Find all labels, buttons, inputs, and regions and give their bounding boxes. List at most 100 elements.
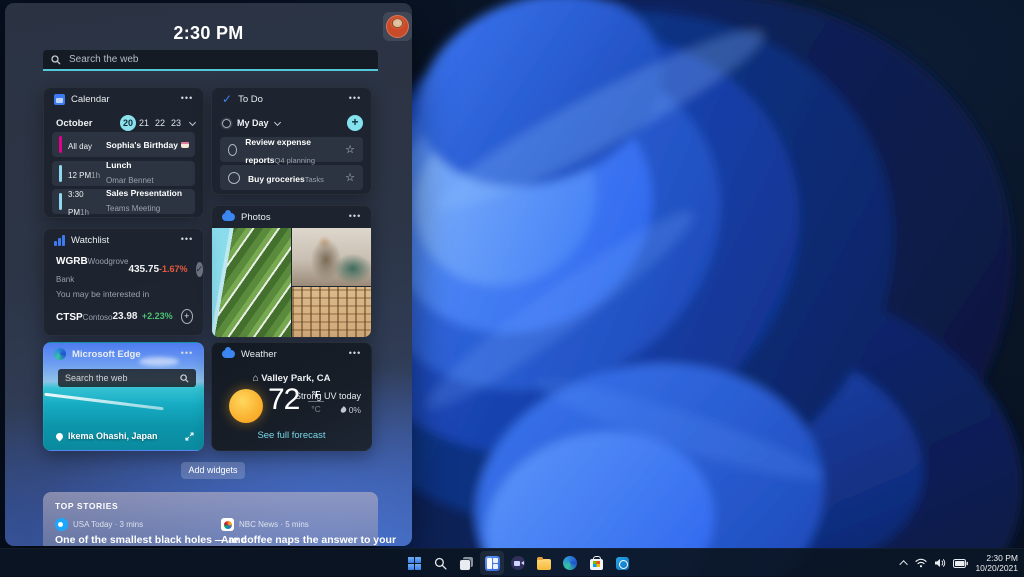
event-color-bar: [59, 193, 62, 210]
add-task-button[interactable]: +: [347, 115, 363, 131]
precipitation-icon: [339, 406, 348, 414]
precipitation-value: 0%: [348, 405, 361, 415]
speaker-icon[interactable]: [934, 558, 946, 568]
more-options-button[interactable]: [345, 91, 365, 107]
location-pin-icon: [54, 431, 65, 441]
edge-search-box[interactable]: Search the web: [58, 369, 196, 387]
microsoft-store-button[interactable]: [584, 551, 608, 575]
profile-button[interactable]: [383, 12, 412, 41]
more-options-button[interactable]: [177, 346, 197, 362]
widget-title: Weather: [241, 348, 277, 360]
watchlisted-check-button[interactable]: ✓: [195, 261, 204, 277]
news-story[interactable]: USA Today · 3 mins One of the smallest b…: [55, 518, 247, 546]
event-title: Lunch: [106, 159, 132, 170]
task-title: Buy groceries: [248, 173, 305, 184]
edge-search-placeholder: Search the web: [65, 373, 128, 383]
date-option[interactable]: 22: [152, 118, 168, 128]
video-chat-icon: [511, 556, 525, 570]
windows-logo-icon: [407, 556, 421, 570]
photo-thumbnail[interactable]: [292, 228, 371, 286]
date-option[interactable]: 21: [136, 118, 152, 128]
unit-celsius[interactable]: °C: [308, 402, 324, 414]
full-forecast-link[interactable]: See full forecast: [212, 430, 371, 441]
story-byline: NBC News · 5 mins: [239, 520, 309, 529]
todo-widget[interactable]: ✓ To Do My Day + Review expense reportsQ…: [211, 87, 372, 195]
more-options-button[interactable]: [345, 346, 365, 362]
stock-row[interactable]: CTSPContoso 23.98 +2.23% +: [56, 303, 193, 329]
more-options-button[interactable]: [345, 209, 365, 225]
chat-button[interactable]: [506, 551, 530, 575]
watchlist-widget[interactable]: Watchlist WGRBWoodgrove Bank 435.75 -1.6…: [43, 228, 204, 336]
wifi-icon[interactable]: [915, 558, 928, 568]
date-selected[interactable]: 20: [120, 115, 136, 131]
star-icon[interactable]: ☆: [345, 171, 355, 184]
chevron-down-icon[interactable]: [188, 118, 197, 126]
edge-widget[interactable]: Microsoft Edge Search the web Ikema Ohas…: [43, 342, 204, 451]
photo-thumbnail[interactable]: [212, 228, 291, 337]
more-options-button[interactable]: [177, 232, 197, 248]
edge-browser-button[interactable]: [558, 551, 582, 575]
task-checkbox[interactable]: [228, 143, 238, 156]
event-title: Sales Presentation: [106, 187, 183, 198]
photo-thumbnail[interactable]: [292, 287, 371, 337]
task-subtitle: Tasks: [304, 174, 324, 184]
panel-time: 2:30 PM: [173, 23, 244, 43]
taskbar: 2:30 PM 10/20/2021: [0, 548, 1024, 576]
todo-check-icon: ✓: [222, 92, 233, 106]
widgets-button[interactable]: [480, 551, 504, 575]
top-stories-header: TOP STORIES: [55, 501, 119, 511]
tray-overflow-chevron-icon[interactable]: [899, 560, 909, 569]
battery-icon[interactable]: [953, 558, 969, 568]
expand-icon[interactable]: [185, 432, 194, 441]
news-story[interactable]: NBC News · 5 mins Are coffee naps the an…: [221, 518, 397, 546]
photos-widget[interactable]: Photos: [211, 205, 372, 338]
add-widgets-button[interactable]: Add widgets: [181, 462, 245, 479]
date-option[interactable]: 23: [168, 118, 184, 128]
stock-name: Contoso: [82, 313, 113, 322]
task-item[interactable]: Review expense reportsQ4 planning ☆: [220, 137, 363, 165]
taskbar-search-button[interactable]: [428, 551, 452, 575]
task-checkbox[interactable]: [228, 171, 240, 184]
search-input[interactable]: [69, 54, 370, 65]
task-view-button[interactable]: [454, 551, 478, 575]
story-headline: Are coffee naps the answer to your: [221, 534, 397, 546]
task-list-selector[interactable]: My Day: [237, 118, 269, 128]
stock-row[interactable]: WGRBWoodgrove Bank 435.75 -1.67% ✓: [56, 256, 204, 284]
widget-title: Microsoft Edge: [72, 348, 141, 360]
search-icon: [180, 373, 189, 383]
task-item[interactable]: Buy groceriesTasks ☆: [220, 165, 363, 190]
add-to-watchlist-button[interactable]: +: [180, 308, 193, 324]
cloud-icon: [222, 347, 235, 358]
event-color-bar: [59, 165, 62, 182]
story-byline: USA Today · 3 mins: [73, 520, 144, 529]
stock-price: 435.75: [128, 263, 160, 275]
calendar-event[interactable]: 12 PM1h Lunch Omar Bennet: [52, 159, 195, 186]
outlook-icon: [615, 556, 629, 570]
calendar-event[interactable]: All day Sophia's Birthday: [52, 132, 195, 157]
tray-clock[interactable]: 2:30 PM 10/20/2021: [975, 553, 1018, 573]
chevron-down-icon[interactable]: [273, 118, 281, 126]
task-view-icon: [459, 556, 473, 570]
start-button[interactable]: [402, 551, 426, 575]
tray-date: 10/20/2021: [975, 563, 1018, 573]
nbc-news-favicon: [221, 518, 234, 531]
star-icon[interactable]: ☆: [345, 143, 355, 156]
widget-title: To Do: [238, 93, 263, 105]
event-subtitle: Teams Meeting: [106, 203, 161, 213]
stocks-chart-icon: [54, 234, 65, 246]
widget-title: Watchlist: [71, 234, 110, 246]
event-duration: 1h: [80, 207, 89, 217]
outlook-button[interactable]: [610, 551, 634, 575]
stock-symbol: WGRB: [56, 256, 88, 267]
web-search-bar[interactable]: [43, 50, 378, 71]
file-explorer-button[interactable]: [532, 551, 556, 575]
more-options-button[interactable]: [177, 91, 197, 107]
event-time: All day: [68, 141, 93, 151]
edge-logo-icon: [54, 348, 66, 360]
weather-widget[interactable]: Weather ⌂ Valley Park, CA 72 °F °C Stron…: [211, 342, 372, 451]
photo-location-label: Ikema Ohashi, Japan: [68, 431, 158, 441]
event-subtitle: Omar Bennet: [106, 175, 154, 185]
calendar-event[interactable]: 3:30 PM1h Sales Presentation Teams Meetin…: [52, 187, 195, 217]
calendar-widget[interactable]: Calendar October 20 21 22 23 All day Sop…: [43, 87, 204, 218]
avatar: [386, 15, 409, 38]
